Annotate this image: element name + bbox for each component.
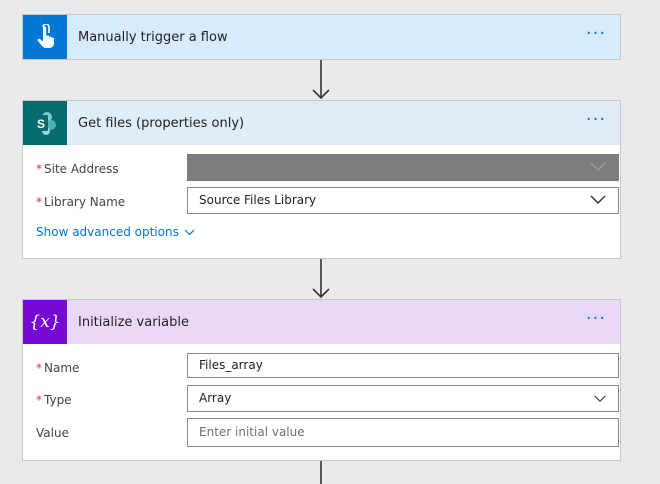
value-label: Value [36,426,69,440]
library-name-dropdown[interactable]: Source Files Library [187,187,619,214]
trigger-card: Manually trigger a flow ··· [22,14,621,60]
initialize-variable-card-header[interactable]: {x} Initialize variable ··· [23,300,620,344]
trigger-card-header[interactable]: Manually trigger a flow ··· [23,15,620,59]
initialize-variable-card: {x} Initialize variable ··· * Name Files_… [22,299,621,461]
value-row: Value Enter initial value [36,416,619,448]
show-advanced-options-link[interactable]: Show advanced options [36,225,605,255]
type-row: * Type Array [36,384,619,416]
type-dropdown[interactable]: Array [187,385,619,412]
chevron-down-icon [590,195,606,205]
library-name-value: Source Files Library [199,193,317,207]
hand-touch-icon [23,15,67,59]
site-address-label: * Site Address [36,162,119,176]
name-input[interactable]: Files_array [187,353,619,378]
arrow-down-icon [312,259,330,299]
arrow-down-icon [312,60,330,100]
get-files-more-button[interactable]: ··· [584,111,608,133]
value-input[interactable]: Enter initial value [187,418,619,447]
variable-icon: {x} [23,300,67,344]
name-row: * Name Files_array [36,352,619,384]
library-name-label: * Library Name [36,195,126,209]
site-address-row: * Site Address [36,153,619,186]
initialize-variable-more-button[interactable]: ··· [584,310,608,332]
chevron-down-icon [594,395,606,403]
trigger-more-button[interactable]: ··· [584,25,608,47]
get-files-body: * Site Address * Library Name Source Files… [23,145,620,255]
initialize-variable-body: * Name Files_array * Type Array Value Ente… [23,344,620,448]
get-files-card-header[interactable]: S Get files (properties only) ··· [23,101,620,145]
chevron-down-icon [184,229,195,235]
sharepoint-icon: S [23,101,67,145]
site-address-dropdown[interactable] [187,154,619,181]
type-label: * Type [36,393,72,407]
connector-line [320,461,322,484]
initialize-variable-title: Initialize variable [78,314,189,330]
svg-text:S: S [37,117,45,131]
get-files-title: Get files (properties only) [78,115,245,131]
chevron-down-icon [590,162,606,172]
library-name-row: * Library Name Source Files Library [36,186,619,219]
trigger-title: Manually trigger a flow [78,29,228,45]
name-label: * Name [36,361,80,375]
get-files-card: S Get files (properties only) ··· * Site … [22,100,621,259]
